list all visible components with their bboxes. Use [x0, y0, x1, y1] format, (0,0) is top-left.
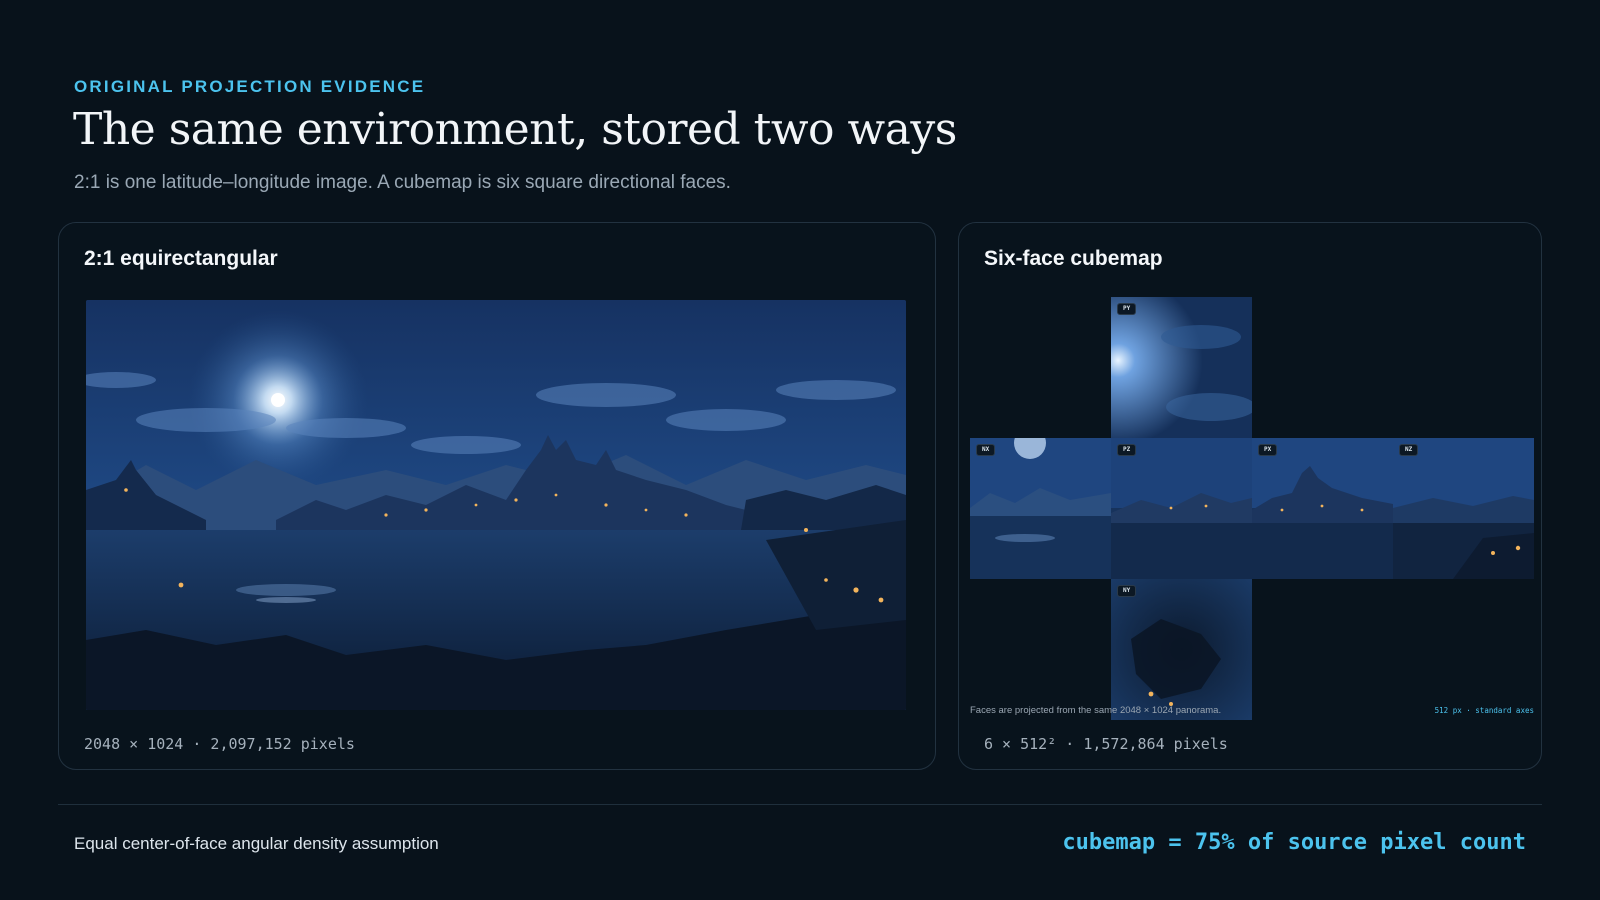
face-label-nx: NX [976, 444, 996, 456]
face-label-nz: NZ [1399, 444, 1419, 456]
face-label-px: PX [1258, 444, 1278, 456]
cubemap-cross-layout: PY NX PZ PX NZ NY Faces are projected fr… [970, 297, 1534, 721]
face-label-py: PY [1117, 303, 1137, 315]
pixel-ratio-summary: cubemap = 75% of source pixel count [1062, 830, 1526, 855]
density-assumption-note: Equal center-of-face angular density ass… [74, 834, 439, 853]
page-title: The same environment, stored two ways [73, 104, 957, 155]
cube-face-nx: NX [970, 438, 1111, 579]
footer-divider [58, 804, 1542, 805]
equirectangular-panel-title: 2:1 equirectangular [84, 247, 278, 270]
cube-face-pz: PZ [1111, 438, 1252, 579]
cubemap-projection-note: Faces are projected from the same 2048 ×… [970, 705, 1222, 716]
cube-face-py: PY [1111, 297, 1252, 438]
cube-face-px: PX [1252, 438, 1393, 579]
equirectangular-image [86, 300, 906, 710]
page-subtitle: 2:1 is one latitude–longitude image. A c… [74, 172, 731, 193]
cubemap-pixel-count: 6 × 512² · 1,572,864 pixels [984, 735, 1228, 753]
face-label-pz: PZ [1117, 444, 1137, 456]
cubemap-axes-label: 512 px · standard axes [1434, 706, 1534, 715]
face-label-ny: NY [1117, 585, 1137, 597]
cubemap-panel-title: Six-face cubemap [984, 247, 1163, 270]
equirectangular-panel: 2:1 equirectangular 2048 × 1024 · 2,097,… [58, 222, 936, 770]
eyebrow-label: ORIGINAL PROJECTION EVIDENCE [74, 77, 426, 96]
equirectangular-pixel-count: 2048 × 1024 · 2,097,152 pixels [84, 735, 355, 753]
night-lake-castle-illustration [86, 300, 906, 710]
cubemap-panel: Six-face cubemap PY NX PZ PX NZ NY Faces… [958, 222, 1542, 770]
cube-face-ny: NY [1111, 579, 1252, 720]
cube-face-nz: NZ [1393, 438, 1534, 579]
